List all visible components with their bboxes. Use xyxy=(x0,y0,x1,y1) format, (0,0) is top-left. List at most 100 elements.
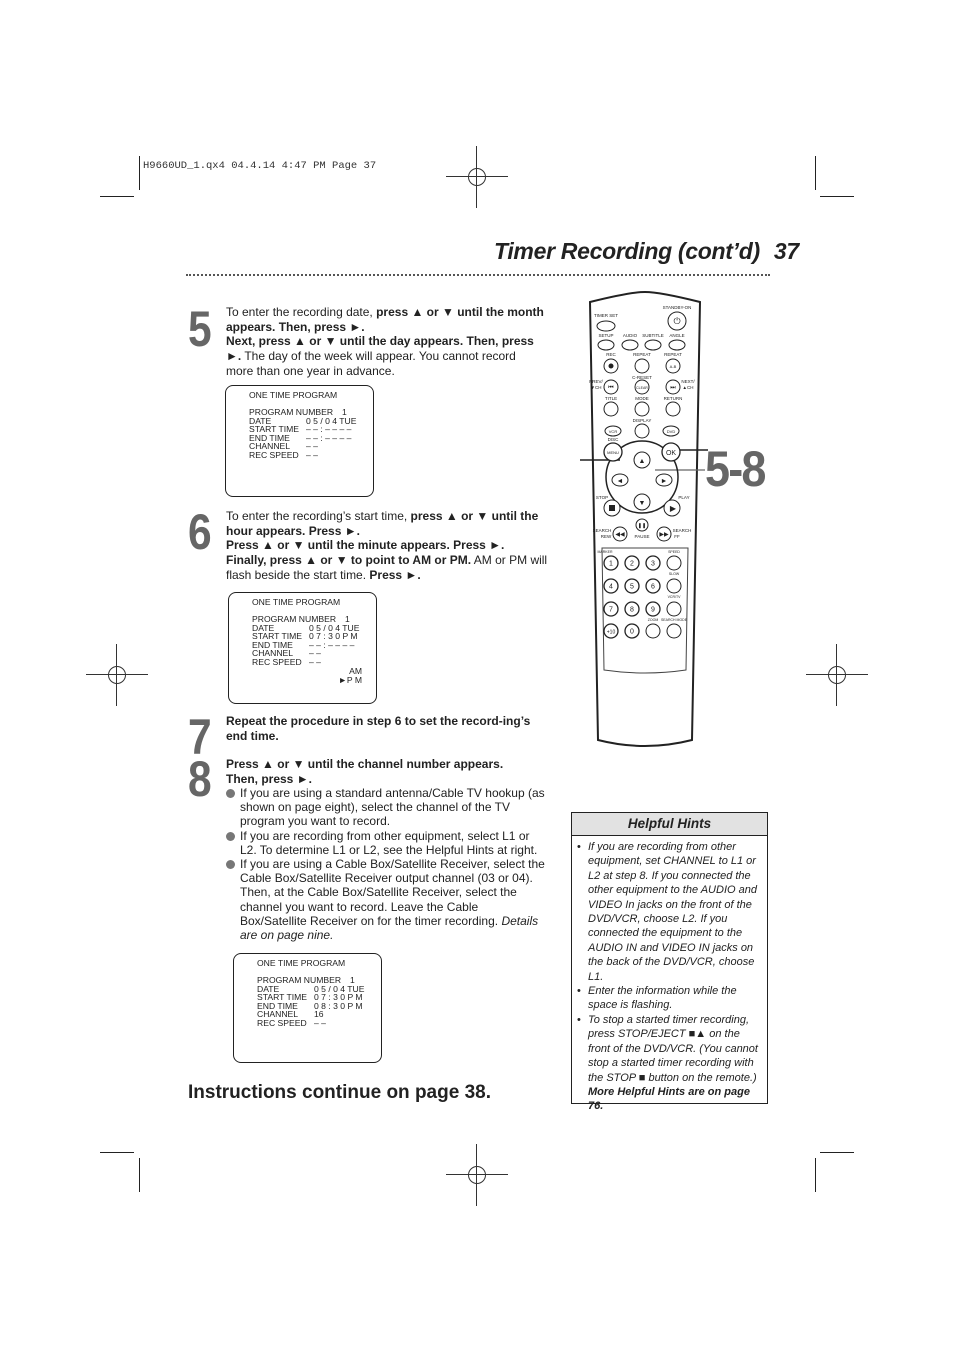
step-number: 8 xyxy=(188,751,212,807)
arrow-left-icon: ◄ xyxy=(617,478,624,485)
osd-screen-step-8: ONE TIME PROGRAM PROGRAM NUMBER 1 DATE 0 5 /… xyxy=(233,953,382,1063)
next-label: NEXT/ xyxy=(681,379,695,384)
crop-mark xyxy=(139,1158,140,1192)
bullet-icon: • xyxy=(577,841,581,853)
repeat-button[interactable] xyxy=(634,358,650,374)
step-text-run: Press ►. xyxy=(369,567,421,582)
prev-ch-label: ▼CH xyxy=(591,385,602,390)
osd-heading: ONE TIME PROGRAM xyxy=(252,597,341,607)
step-text-run: To enter the recording date, xyxy=(226,305,377,319)
registration-mark xyxy=(86,644,148,706)
vcr-tv-label: VCR/TV xyxy=(668,595,682,599)
step-number: 5 xyxy=(188,301,212,357)
osd-value: – – xyxy=(309,656,321,667)
step-5-text: To enter the recording date, press ▲ or … xyxy=(226,305,546,379)
bullet-text: If you are using a standard antenna/Cabl… xyxy=(240,786,545,829)
digit-label: 8 xyxy=(630,607,634,614)
record-icon xyxy=(608,363,614,369)
play-label: PLAY xyxy=(678,495,689,500)
subtitle-label: SUBTITLE xyxy=(642,333,664,338)
digit-label: 3 xyxy=(651,561,655,568)
osd-heading: ONE TIME PROGRAM xyxy=(249,390,338,400)
play-icon: ▶ xyxy=(670,504,677,513)
vcr-label: VCR xyxy=(609,429,618,434)
digit-label: +10 xyxy=(607,630,616,636)
page-number: 37 xyxy=(773,238,799,264)
digit-label: 9 xyxy=(651,607,655,614)
angle-button[interactable] xyxy=(668,339,686,351)
digit-label: 6 xyxy=(651,584,655,591)
bullet-text: If you are using a Cable Box/Satellite R… xyxy=(240,857,545,928)
audio-label: AUDIO xyxy=(623,333,638,338)
bullet-text: If you are recording from other equipmen… xyxy=(240,828,538,857)
hint-text: To stop a started timer recording, press… xyxy=(588,1013,758,1084)
speed-button[interactable] xyxy=(666,555,682,571)
arrow-right-icon: ► xyxy=(661,478,668,485)
stop-label: STOP xyxy=(596,495,608,500)
rew-label: REW xyxy=(601,534,612,539)
osd-ampm: ►P M xyxy=(338,674,362,685)
osd-screen-step-6: ONE TIME PROGRAM PROGRAM NUMBER 1 DATE 0 5 /… xyxy=(228,592,377,704)
arrow-down-icon: ▼ xyxy=(639,500,646,507)
search-mode-label: SEARCH MODE xyxy=(661,618,688,622)
step-text-run: The day of the week will appear. You can… xyxy=(226,349,516,378)
setup-button[interactable] xyxy=(597,339,615,351)
helpful-hints-title: Helpful Hints xyxy=(572,813,767,836)
disc-label: DISC xyxy=(608,437,620,442)
repeat-ab-label: REPEAT xyxy=(664,352,682,357)
slow-button[interactable] xyxy=(666,578,682,594)
return-button[interactable] xyxy=(665,401,681,417)
repeat-label: REPEAT xyxy=(633,352,651,357)
stop-icon xyxy=(609,505,615,511)
osd-value: – – xyxy=(306,449,318,460)
header-divider xyxy=(186,274,770,276)
hint-text: If you are recording from other equipmen… xyxy=(588,841,757,983)
ok-label: OK xyxy=(666,450,676,457)
zoom-label: ZOOM xyxy=(648,618,659,622)
helpful-hints-list: • If you are recording from other equipme… xyxy=(572,836,767,1114)
pause-icon: ❚❚ xyxy=(638,523,646,529)
search-mode-button[interactable] xyxy=(666,623,682,639)
rewind-icon: ◀◀ xyxy=(615,532,625,538)
print-slug: H9660UD_1.qx4 04.4.14 4:47 PM Page 37 xyxy=(143,160,377,172)
speed-label: SPEED xyxy=(668,550,680,554)
vcr-tv-button[interactable] xyxy=(666,601,682,617)
audio-button[interactable] xyxy=(621,339,639,351)
zoom-button[interactable] xyxy=(645,623,661,639)
subtitle-button[interactable] xyxy=(644,339,662,351)
ff-label: FF xyxy=(674,534,680,539)
step-number: 6 xyxy=(188,504,212,560)
bullet-icon: • xyxy=(577,985,581,998)
crop-mark xyxy=(820,1152,854,1153)
display-button[interactable] xyxy=(634,423,650,439)
hint-item: • If you are recording from other equipme… xyxy=(577,840,762,984)
osd-screen-step-5: ONE TIME PROGRAM PROGRAM NUMBER 1 DATE 0 5 /… xyxy=(225,385,374,497)
display-label: DISPLAY xyxy=(633,418,652,423)
hint-item: • To stop a started timer recording, pres… xyxy=(577,1013,762,1114)
step-8-text: Press ▲ or ▼ until the channel number ap… xyxy=(226,757,536,786)
menu-label: MENU xyxy=(607,450,619,455)
crop-mark xyxy=(100,1152,134,1153)
digit-label: 1 xyxy=(609,561,613,568)
osd-row: REC SPEED – – xyxy=(252,656,321,667)
skip-back-icon: ⏮ xyxy=(608,385,614,391)
fast-forward-icon: ▶▶ xyxy=(659,532,669,538)
mode-button[interactable] xyxy=(634,401,650,417)
ab-label: A-B xyxy=(670,364,677,369)
dvd-label: DVD xyxy=(667,429,676,434)
step-8-bullets: If you are using a standard antenna/Cabl… xyxy=(226,786,548,942)
crop-mark xyxy=(815,1158,816,1192)
registration-mark xyxy=(806,644,868,706)
pause-label: PAUSE xyxy=(635,534,650,539)
crop-mark xyxy=(139,156,140,190)
step-6-text: To enter the recording’s start time, pre… xyxy=(226,509,548,583)
standby-on-label: STANDBY-ON xyxy=(663,305,692,310)
setup-label: SETUP xyxy=(598,333,613,338)
step-callout-5-8: 5-8 xyxy=(705,441,766,497)
bullet-icon xyxy=(226,789,235,798)
registration-mark xyxy=(446,1144,508,1206)
timer-set-button[interactable] xyxy=(596,320,616,332)
bullet-icon xyxy=(226,860,235,870)
helpful-hints-box: Helpful Hints • If you are recording from… xyxy=(571,812,768,1112)
title-button[interactable] xyxy=(603,401,619,417)
